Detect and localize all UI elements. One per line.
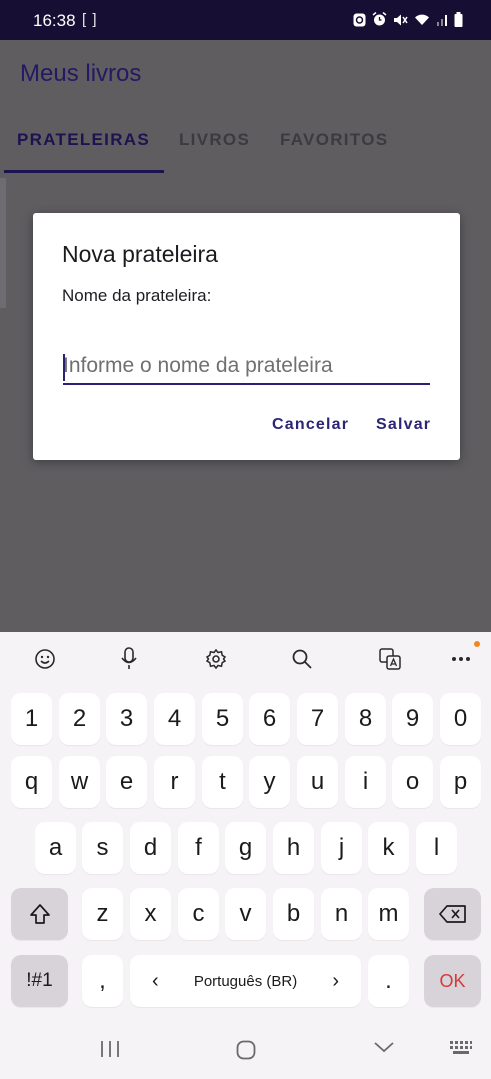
tab-indicator xyxy=(4,170,164,173)
key-u[interactable]: u xyxy=(297,756,338,808)
key-2[interactable]: 2 xyxy=(59,693,100,745)
key-6[interactable]: 6 xyxy=(249,693,290,745)
comma-key[interactable]: , xyxy=(82,955,123,1007)
key-r[interactable]: r xyxy=(154,756,195,808)
key-w[interactable]: w xyxy=(59,756,100,808)
key-i[interactable]: i xyxy=(345,756,386,808)
space-right-arrow-icon: › xyxy=(332,969,339,992)
key-e[interactable]: e xyxy=(106,756,147,808)
key-k[interactable]: k xyxy=(368,822,409,874)
status-bar: 16:38 [ ] xyxy=(0,0,491,40)
status-icons xyxy=(353,12,463,27)
keyboard-toolbar xyxy=(0,632,491,686)
keyboard: 1 2 3 4 5 6 7 8 9 0 q w e r t y u i o p … xyxy=(0,632,491,1022)
settings-icon[interactable] xyxy=(203,646,229,672)
symbols-key[interactable]: !#1 xyxy=(11,955,68,1007)
key-s[interactable]: s xyxy=(82,822,123,874)
tab-livros[interactable]: LIVROS xyxy=(179,130,250,150)
search-icon[interactable] xyxy=(289,646,315,672)
key-h[interactable]: h xyxy=(273,822,314,874)
battery-icon xyxy=(454,12,463,27)
space-left-arrow-icon: ‹ xyxy=(152,969,159,992)
key-4[interactable]: 4 xyxy=(154,693,195,745)
key-y[interactable]: y xyxy=(249,756,290,808)
new-shelf-dialog: Nova prateleira Nome da prateleira: Canc… xyxy=(33,213,460,460)
home-button[interactable] xyxy=(236,1040,256,1060)
shift-icon xyxy=(29,904,50,924)
tab-prateleiras[interactable]: PRATELEIRAS xyxy=(17,130,150,150)
shelf-name-input[interactable] xyxy=(63,349,430,385)
key-j[interactable]: j xyxy=(321,822,362,874)
backspace-key[interactable] xyxy=(424,888,481,940)
key-g[interactable]: g xyxy=(225,822,266,874)
chevron-down-icon xyxy=(374,1042,394,1053)
key-n[interactable]: n xyxy=(321,888,362,940)
key-o[interactable]: o xyxy=(392,756,433,808)
key-0[interactable]: 0 xyxy=(440,693,481,745)
tab-bar: PRATELEIRAS LIVROS FAVORITOS xyxy=(0,124,491,174)
text-cursor xyxy=(63,354,65,381)
app-title: Meus livros xyxy=(20,60,142,87)
key-7[interactable]: 7 xyxy=(297,693,338,745)
dialog-title: Nova prateleira xyxy=(62,241,218,267)
key-c[interactable]: c xyxy=(178,888,219,940)
key-f[interactable]: f xyxy=(178,822,219,874)
more-icon[interactable] xyxy=(448,646,474,672)
wifi-icon xyxy=(415,14,429,25)
key-v[interactable]: v xyxy=(225,888,266,940)
key-p[interactable]: p xyxy=(440,756,481,808)
key-q[interactable]: q xyxy=(11,756,52,808)
key-d[interactable]: d xyxy=(130,822,171,874)
content-edge xyxy=(0,178,6,308)
key-x[interactable]: x xyxy=(130,888,171,940)
home-icon xyxy=(236,1040,256,1060)
key-8[interactable]: 8 xyxy=(345,693,386,745)
key-t[interactable]: t xyxy=(202,756,243,808)
notification-dot xyxy=(474,641,480,647)
ok-key[interactable]: OK xyxy=(424,955,481,1007)
shelf-name-label: Nome da prateleira: xyxy=(62,286,212,305)
navigation-bar xyxy=(0,1022,491,1079)
key-9[interactable]: 9 xyxy=(392,693,433,745)
period-key[interactable]: . xyxy=(368,955,409,1007)
space-key[interactable]: ‹ Português (BR) › xyxy=(130,955,361,1007)
emoji-icon[interactable] xyxy=(32,646,58,672)
language-label: Português (BR) xyxy=(193,972,298,990)
backspace-icon xyxy=(438,905,466,923)
key-3[interactable]: 3 xyxy=(106,693,147,745)
save-button[interactable]: Salvar xyxy=(376,416,431,434)
screen-capture-icon: [ ] xyxy=(82,11,98,28)
key-a[interactable]: a xyxy=(35,822,76,874)
status-time: 16:38 xyxy=(33,11,76,30)
recent-apps-button[interactable] xyxy=(99,1040,121,1058)
recent-apps-icon xyxy=(101,1041,119,1057)
key-z[interactable]: z xyxy=(82,888,123,940)
key-1[interactable]: 1 xyxy=(11,693,52,745)
signal-icon xyxy=(437,15,447,26)
key-m[interactable]: m xyxy=(368,888,409,940)
translate-icon[interactable] xyxy=(377,646,403,672)
keyboard-icon xyxy=(450,1041,472,1054)
tab-favoritos[interactable]: FAVORITOS xyxy=(280,130,388,150)
sync-icon xyxy=(353,13,366,26)
microphone-icon[interactable] xyxy=(116,646,142,672)
alarm-icon xyxy=(372,12,387,26)
mute-icon xyxy=(394,14,408,25)
keyboard-switch-button[interactable] xyxy=(449,1040,473,1056)
shift-key[interactable] xyxy=(11,888,68,940)
cancel-button[interactable]: Cancelar xyxy=(272,416,349,434)
key-5[interactable]: 5 xyxy=(202,693,243,745)
key-l[interactable]: l xyxy=(416,822,457,874)
key-b[interactable]: b xyxy=(273,888,314,940)
back-button[interactable] xyxy=(373,1040,395,1054)
